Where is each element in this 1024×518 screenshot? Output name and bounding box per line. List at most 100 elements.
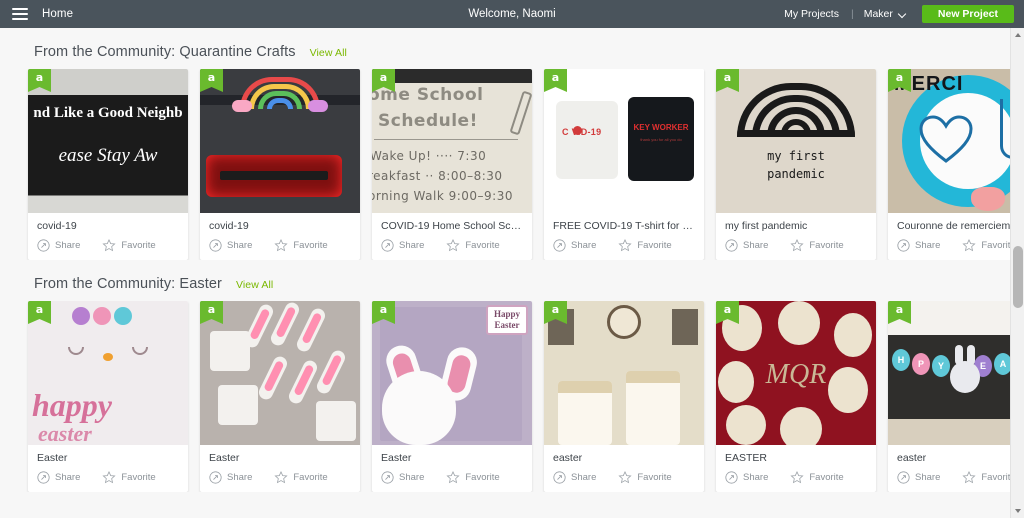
favorite-button[interactable]: Favorite — [102, 471, 156, 484]
favorite-label: Favorite — [637, 472, 672, 483]
project-card[interactable]: MERCI a Couronne de remerciement Share F… — [888, 69, 1024, 260]
thumbnail-art-home-school-schedule: ome School Schedule! Wake Up! ···· 7:30 … — [372, 69, 532, 213]
scroll-down-arrow-icon[interactable] — [1011, 504, 1024, 518]
card-thumbnail[interactable]: happy easter a — [28, 301, 188, 445]
card-thumbnail[interactable]: a — [544, 301, 704, 445]
view-all-link[interactable]: View All — [236, 279, 273, 291]
nav-divider: | — [850, 8, 854, 20]
project-card[interactable]: nd Like a Good Neighb ease Stay Aw a cov… — [28, 69, 188, 260]
art-shape — [232, 100, 252, 112]
art-bunny-face — [316, 401, 356, 441]
favorite-button[interactable]: Favorite — [790, 471, 844, 484]
share-button[interactable]: Share — [209, 239, 252, 252]
card-thumbnail[interactable]: nd Like a Good Neighb ease Stay Aw a — [28, 69, 188, 213]
card-thumbnail[interactable]: a — [200, 301, 360, 445]
favorite-button[interactable]: Favorite — [102, 239, 156, 252]
art-shape — [263, 360, 285, 393]
art-text: orning Walk 9:00–9:30 — [372, 189, 513, 203]
favorite-button[interactable]: Favorite — [790, 239, 844, 252]
art-shape — [834, 313, 872, 357]
card-thumbnail[interactable]: a — [200, 69, 360, 213]
hamburger-menu-icon[interactable] — [12, 8, 28, 20]
art-shape — [971, 187, 1006, 211]
share-label: Share — [55, 240, 81, 251]
project-card[interactable]: MQR a EASTER Share Favorite — [716, 301, 876, 492]
card-body: Easter Share Favorite — [28, 445, 188, 492]
share-button[interactable]: Share — [897, 471, 940, 484]
share-button[interactable]: Share — [725, 239, 768, 252]
share-button[interactable]: Share — [897, 239, 940, 252]
share-button[interactable]: Share — [725, 471, 768, 484]
art-shape — [72, 307, 90, 325]
project-card[interactable]: a Easter Share Favorite — [200, 301, 360, 492]
project-card[interactable]: a easter Share Favorite — [544, 301, 704, 492]
thumbnail-art-rainbow-onesie: my first pandemic — [716, 69, 876, 213]
nav-home-link[interactable]: Home — [42, 8, 73, 20]
share-button[interactable]: Share — [381, 471, 424, 484]
favorite-label: Favorite — [465, 240, 500, 251]
share-button[interactable]: Share — [37, 471, 80, 484]
favorite-button[interactable]: Favorite — [962, 471, 1016, 484]
machine-selector[interactable]: Maker — [856, 8, 914, 20]
favorite-button[interactable]: Favorite — [446, 471, 500, 484]
favorite-button[interactable]: Favorite — [446, 239, 500, 252]
share-button[interactable]: Share — [209, 471, 252, 484]
project-card[interactable]: my first pandemic a my first pandemic Sh… — [716, 69, 876, 260]
page-scrollbar[interactable] — [1010, 28, 1024, 518]
favorite-button[interactable]: Favorite — [274, 239, 328, 252]
art-shape — [301, 312, 323, 345]
project-card[interactable]: a covid-19 Share Favorite — [200, 69, 360, 260]
section-title: From the Community: Easter — [34, 276, 222, 292]
share-icon — [725, 239, 738, 252]
favorite-button[interactable]: Favorite — [618, 239, 672, 252]
share-button[interactable]: Share — [37, 239, 80, 252]
card-actions: Share Favorite — [897, 239, 1024, 252]
my-projects-link[interactable]: My Projects — [774, 8, 849, 20]
share-icon — [897, 239, 910, 252]
favorite-button[interactable]: Favorite — [274, 471, 328, 484]
scroll-up-arrow-icon[interactable] — [1011, 28, 1024, 42]
art-shape — [314, 348, 348, 396]
share-icon — [37, 239, 50, 252]
art-shape — [955, 345, 963, 365]
card-title: easter — [897, 452, 927, 464]
card-actions: Share Favorite — [381, 471, 523, 484]
share-button[interactable]: Share — [553, 239, 596, 252]
share-button[interactable]: Share — [381, 239, 424, 252]
share-button[interactable]: Share — [553, 471, 596, 484]
card-thumbnail[interactable]: my first pandemic a — [716, 69, 876, 213]
card-thumbnail[interactable]: MERCI a — [888, 69, 1024, 213]
card-title: Easter — [209, 452, 240, 464]
scrollbar-thumb[interactable] — [1013, 246, 1023, 308]
card-thumbnail[interactable]: ome School Schedule! Wake Up! ···· 7:30 … — [372, 69, 532, 213]
art-bunny-face — [218, 385, 258, 425]
thumbnail-art-car-rainbow — [200, 69, 360, 213]
view-all-link[interactable]: View All — [310, 47, 347, 59]
art-shape — [780, 407, 822, 445]
card-body: easter Share Favorite — [888, 445, 1024, 492]
project-card[interactable]: happy easter a Easter Share Favorite — [28, 301, 188, 492]
project-card[interactable]: C VID-19 KEY WORKER thank you for all yo… — [544, 69, 704, 260]
art-text: MQR — [765, 359, 827, 390]
art-text: Wake Up! ···· 7:30 — [372, 149, 487, 163]
card-thumbnail[interactable]: MQR a — [716, 301, 876, 445]
art-heart — [919, 115, 973, 163]
nav-right-group: My Projects | Maker New Project — [774, 5, 1024, 23]
new-project-button[interactable]: New Project — [921, 5, 1014, 23]
share-icon — [37, 471, 50, 484]
card-actions: Share Favorite — [209, 471, 351, 484]
project-card[interactable]: Happy Easter a Easter Share Favorite — [372, 301, 532, 492]
favorite-label: Favorite — [121, 240, 156, 251]
share-icon — [381, 239, 394, 252]
card-thumbnail[interactable]: H P Y E A S T a — [888, 301, 1024, 445]
thumbnail-art-candle-jars — [544, 301, 704, 445]
project-card[interactable]: ome School Schedule! Wake Up! ···· 7:30 … — [372, 69, 532, 260]
favorite-button[interactable]: Favorite — [618, 471, 672, 484]
art-shape — [374, 139, 518, 140]
card-thumbnail[interactable]: Happy Easter a — [372, 301, 532, 445]
favorite-button[interactable]: Favorite — [962, 239, 1016, 252]
art-shape — [558, 381, 612, 393]
card-thumbnail[interactable]: C VID-19 KEY WORKER thank you for all yo… — [544, 69, 704, 213]
hamburger-bar — [12, 18, 28, 20]
project-card[interactable]: H P Y E A S T a — [888, 301, 1024, 492]
